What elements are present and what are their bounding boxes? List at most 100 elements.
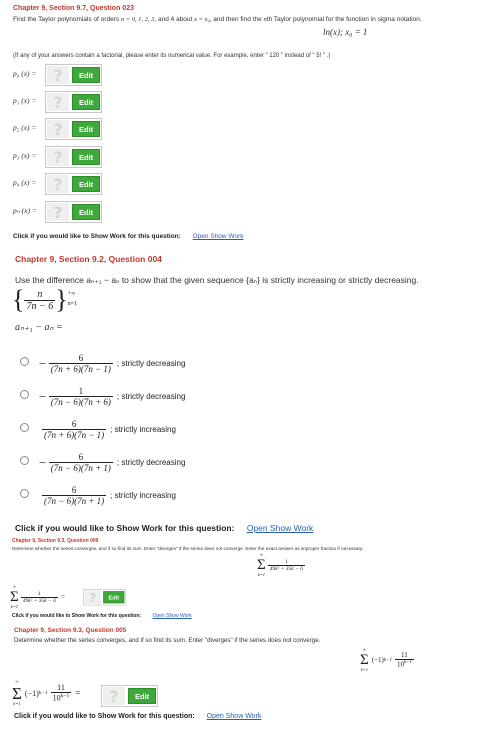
question-mark-icon[interactable]: ?: [47, 120, 69, 139]
question-mark-icon[interactable]: ?: [47, 148, 69, 167]
q1-answer-box[interactable]: ? Edit: [45, 146, 103, 168]
question-mark-icon[interactable]: ?: [47, 93, 69, 112]
q4-answer-box[interactable]: ? Edit: [101, 685, 159, 707]
edit-button[interactable]: Edit: [72, 121, 101, 137]
q3-edit-button[interactable]: Edit: [103, 591, 125, 604]
q1-answer-box[interactable]: ? Edit: [45, 91, 103, 113]
q2-seq-brace-right: }: [55, 285, 68, 314]
q1-row-label: p₄ (x) =: [13, 178, 37, 187]
q2-choice-den: (7n − 6)(7n + 1): [42, 495, 107, 506]
q2-choice: 6 (7n + 6)(7n − 1); strictly increasing: [40, 419, 176, 440]
q1-open-show-work-link[interactable]: Open Show Work: [193, 233, 244, 240]
q2-choice-num: 6: [78, 353, 84, 363]
q4-answer-den-exp: k−1: [60, 693, 70, 700]
q2-choice-num: 6: [78, 452, 84, 462]
q4-answer-sigma: ∞ Σ k=1: [12, 679, 22, 706]
q2-heading: Chapter 9, Section 9.2, Question 004: [15, 254, 162, 264]
q2-choice: −6 (7n − 6)(7n + 1); strictly decreasing: [38, 452, 185, 473]
q4-sum-bottom: k=1: [360, 666, 369, 672]
q2-prompt: Use the difference aₙ₊₁ − aₙ to show tha…: [15, 275, 419, 285]
q1-prompt-pre: Find the Taylor polynomials of orders: [13, 16, 120, 23]
q2-show-work: Click if you would like to Show Work for…: [15, 523, 313, 533]
q1-about: x = x₀,: [194, 16, 212, 23]
q4-answer-sum-bottom: k=1: [13, 700, 21, 706]
q1-heading: Chapter 9, Section 9.7, Question 023: [13, 5, 134, 12]
q3-open-show-work-link[interactable]: Open Show Work: [152, 613, 191, 619]
edit-button[interactable]: Edit: [72, 204, 101, 220]
q2-choice: −1 (7n − 6)(7n + 6); strictly decreasing: [38, 386, 185, 407]
edit-button[interactable]: Edit: [72, 94, 101, 110]
edit-button[interactable]: Edit: [72, 176, 101, 192]
q3-sigma: ∞ Σ k=1: [257, 552, 266, 577]
q2-choice-radio[interactable]: [20, 489, 29, 498]
q4-edit-button[interactable]: Edit: [128, 688, 157, 704]
q2-choice-num: 6: [71, 419, 77, 429]
q2-seq-den: 7n − 6: [24, 299, 56, 312]
q4-answer-sign-term: (−1): [24, 688, 39, 698]
q2-choice-num: 1: [78, 386, 84, 396]
q4-series-display: ∞ Σ k=1 (−1) k−1 11 10k−1: [360, 647, 414, 672]
q3-answer-den: 49k² + 35k − 6: [20, 596, 58, 604]
edit-button[interactable]: Edit: [72, 67, 101, 83]
q1-show-work: Click if you would like to Show Work for…: [13, 233, 243, 240]
q2-open-show-work-link[interactable]: Open Show Work: [247, 523, 313, 533]
question-mark-icon[interactable]: ?: [47, 203, 69, 222]
q3-den: 49k² + 35k − 6: [267, 564, 305, 572]
q2-choice-radio[interactable]: [20, 357, 29, 366]
edit-button[interactable]: Edit: [72, 149, 101, 165]
q1-row-label: pₙ (x) =: [13, 206, 37, 215]
q2-seq-num: n: [37, 288, 43, 300]
q3-sum-bottom: k=1: [257, 571, 266, 577]
q3-question-mark-icon[interactable]: ?: [84, 590, 101, 604]
q4-prompt: Determine whether the series converges, …: [14, 637, 321, 644]
q2-choice-radio[interactable]: [20, 456, 29, 465]
q1-prompt-post: and then find the: [213, 16, 262, 23]
q3-heading: Chapter 9, Section 9.3, Question 009: [12, 538, 99, 544]
q2-choice-text: ; strictly decreasing: [116, 359, 186, 368]
q4-question-mark-icon[interactable]: ?: [103, 687, 125, 706]
q2-choice-sign: −: [38, 355, 47, 371]
q2-sequence: { n 7n − 6 } +∞ n=1: [12, 287, 77, 313]
q4-num: 11: [400, 651, 408, 660]
q1-answer-box[interactable]: ? Edit: [45, 173, 103, 195]
q1-answer-box[interactable]: ? Edit: [45, 64, 103, 86]
q4-open-show-work-link[interactable]: Open Show Work: [207, 713, 262, 720]
q4-den-exp: k−1: [403, 660, 412, 666]
q1-row-label: p₀ (x) =: [13, 69, 37, 78]
q1-prompt-mid: and 4 about: [158, 16, 193, 23]
q3-answer-row: ∞ Σ k=1 1 49k² + 35k − 6 =: [10, 584, 68, 609]
q1-row-label: p₃ (x) =: [13, 151, 37, 160]
q2-choice-fraction: 1 (7n − 6)(7n + 6): [48, 386, 113, 407]
q1-note: (If any of your answers contain a factor…: [13, 53, 331, 59]
q4-answer-den-base: 10: [52, 693, 61, 703]
q4-answer-sign-exp: k−1: [38, 690, 48, 696]
q2-choice-radio[interactable]: [20, 390, 29, 399]
q3-answer-box[interactable]: ? Edit: [83, 589, 126, 606]
q2-choice: −6 (7n + 6)(7n − 1); strictly decreasing: [38, 353, 185, 374]
question-mark-icon[interactable]: ?: [47, 66, 69, 85]
q3-answer-sum-bottom: k=1: [10, 603, 19, 609]
q2-choice-radio[interactable]: [20, 423, 29, 432]
q1-row-label: p₁ (x) =: [13, 96, 37, 105]
q2-choice-fraction: 6 (7n + 6)(7n − 1): [48, 353, 113, 374]
q1-answer-box[interactable]: ? Edit: [45, 201, 103, 223]
q3-prompt: Determine whether the series converges, …: [12, 546, 364, 551]
q1-prompt-end: th Taylor polynomial for the function in…: [266, 16, 422, 23]
q2-choice-den: (7n − 6)(7n + 6): [48, 396, 113, 407]
q4-sigma: ∞ Σ k=1: [360, 647, 369, 672]
q1-row-label: p₂ (x) =: [13, 123, 37, 132]
q2-seq-sup: +∞: [67, 291, 76, 298]
q2-seq-brace-left: {: [12, 285, 25, 314]
q2-choice-den: (7n + 6)(7n − 1): [48, 363, 113, 374]
q4-answer-row: ∞ Σ k=1 (−1) k−1 11 10k−1 =: [12, 679, 84, 706]
q4-equals: =: [75, 688, 81, 698]
q4-den-base: 10: [396, 660, 404, 669]
q3-show-work: Click if you would like to Show Work for…: [12, 613, 192, 619]
q1-show-work-text: Click if you would like to Show Work for…: [13, 233, 181, 240]
question-mark-icon[interactable]: ?: [47, 175, 69, 194]
q4-show-work-text: Click if you would like to Show Work for…: [14, 713, 195, 720]
q2-choice-num: 6: [71, 485, 77, 495]
q1-function: ln(x); x₀ = 1: [323, 27, 368, 37]
q1-answer-box[interactable]: ? Edit: [45, 118, 103, 140]
q4-heading: Chapter 9, Section 9.3, Question 005: [14, 627, 127, 634]
